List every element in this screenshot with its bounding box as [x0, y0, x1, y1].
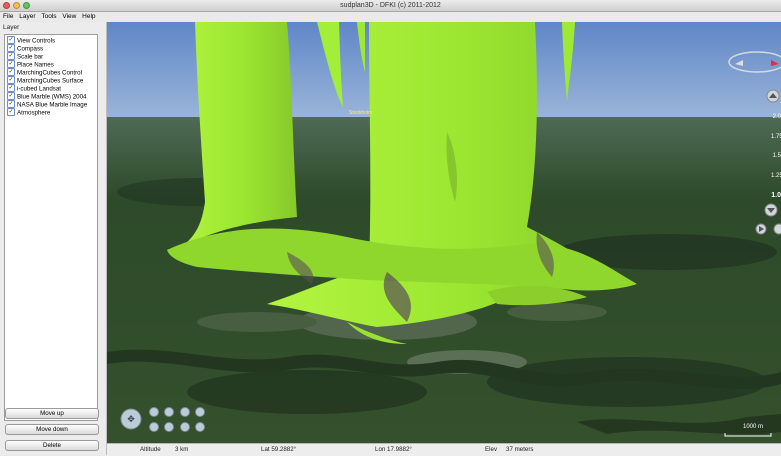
exaggeration-value: 1.25	[771, 172, 781, 179]
exaggerate-icon[interactable]	[195, 407, 205, 417]
checkbox-icon[interactable]: ✓	[7, 100, 15, 108]
layer-label: Atmosphere	[17, 109, 51, 117]
layer-label: Compass	[17, 45, 44, 53]
pitch-up-icon[interactable]	[180, 407, 190, 417]
zoom-window-button[interactable]	[23, 2, 30, 9]
altitude-value: 3 km	[175, 446, 189, 453]
menu-bar: File Layer Tools View Help	[0, 12, 781, 21]
altitude-label: Altitude	[140, 446, 161, 453]
layer-item-marchingcubes-surface[interactable]: ✓ MarchingCubes Surface	[5, 76, 97, 85]
checkbox-icon[interactable]: ✓	[7, 108, 15, 116]
checkbox-icon[interactable]: ✓	[7, 60, 15, 68]
minimize-window-button[interactable]	[13, 2, 20, 9]
layer-item-view-controls[interactable]: ✓ View Controls	[5, 36, 97, 45]
exaggeration-value: 2.0	[772, 114, 781, 120]
delete-button[interactable]: Delete	[5, 440, 99, 451]
exaggeration-value: 1.5	[772, 153, 781, 159]
svg-text:✥: ✥	[127, 415, 135, 425]
place-name-label: Stockholm	[349, 110, 373, 116]
status-bar: Altitude 3 km Lat 59.2882° Lon 17.9882° …	[107, 443, 781, 456]
checkbox-icon[interactable]: ✓	[7, 44, 15, 52]
title-bar: sudplan3D - DFKI (c) 2011-2012	[0, 0, 781, 12]
menu-help[interactable]: Help	[82, 13, 95, 20]
layer-item-landsat[interactable]: ✓ i-cubed Landsat	[5, 84, 97, 93]
layer-label: Place Names	[17, 61, 54, 69]
checkbox-icon[interactable]: ✓	[7, 36, 15, 44]
layer-label: MarchingCubes Control	[17, 69, 82, 77]
layer-item-marchingcubes-control[interactable]: ✓ MarchingCubes Control	[5, 68, 97, 77]
menu-file[interactable]: File	[3, 13, 13, 20]
move-up-button[interactable]: Move up	[5, 408, 99, 419]
elevation-label: Elev	[485, 446, 498, 453]
layer-item-nasa-blue-marble[interactable]: ✓ NASA Blue Marble Image	[5, 100, 97, 109]
scale-bar-label: 1000 m	[743, 424, 764, 430]
elevation-value: 37 meters	[506, 446, 534, 453]
layer-panel-title: Layer	[3, 24, 20, 31]
exaggeration-value-current: 1.0	[771, 192, 781, 199]
layer-item-blue-marble-wms[interactable]: ✓ Blue Marble (WMS) 2004	[5, 92, 97, 101]
layer-item-atmosphere[interactable]: ✓ Atmosphere	[5, 108, 97, 117]
menu-tools[interactable]: Tools	[41, 13, 56, 20]
checkbox-icon[interactable]: ✓	[7, 92, 15, 100]
checkbox-icon[interactable]: ✓	[7, 76, 15, 84]
layer-label: Scale bar	[17, 53, 44, 61]
checkbox-icon[interactable]: ✓	[7, 52, 15, 60]
layer-label: i-cubed Landsat	[17, 85, 62, 93]
zoom-in-icon[interactable]	[149, 407, 159, 417]
heading-left-icon[interactable]	[164, 407, 174, 417]
layer-item-scale-bar[interactable]: ✓ Scale bar	[5, 52, 97, 61]
checkbox-icon[interactable]: ✓	[7, 84, 15, 92]
globe-view[interactable]: ✥ Stockholm 2.0 1.75 1.5 1.25 1.0 1000 m	[107, 22, 781, 443]
pause-icon[interactable]	[773, 223, 781, 235]
layer-panel: Layer ✓ View Controls ✓ Compass ✓ Scale bar…	[0, 22, 107, 455]
layer-label: NASA Blue Marble Image	[17, 101, 88, 109]
reset-view-icon[interactable]	[195, 422, 205, 432]
globe-scene: ✥	[107, 22, 781, 443]
layer-item-compass[interactable]: ✓ Compass	[5, 44, 97, 53]
exaggeration-value: 1.75	[771, 133, 781, 140]
layer-item-place-names[interactable]: ✓ Place Names	[5, 60, 97, 69]
move-down-button[interactable]: Move down	[5, 424, 99, 435]
heading-right-icon[interactable]	[164, 422, 174, 432]
longitude-value: Lon 17.9882°	[375, 446, 412, 453]
close-window-button[interactable]	[3, 2, 10, 9]
layer-label: View Controls	[17, 37, 56, 45]
window-title: sudplan3D - DFKI (c) 2011-2012	[340, 2, 441, 9]
zoom-out-icon[interactable]	[149, 422, 159, 432]
layer-label: MarchingCubes Surface	[17, 77, 84, 85]
pitch-down-icon[interactable]	[180, 422, 190, 432]
menu-view[interactable]: View	[62, 13, 76, 20]
layer-list[interactable]: ✓ View Controls ✓ Compass ✓ Scale bar ✓ Plac…	[4, 34, 98, 421]
exaggeration-scale: 2.0 1.75 1.5 1.25 1.0	[771, 108, 781, 206]
layer-label: Blue Marble (WMS) 2004	[17, 93, 87, 101]
menu-layer[interactable]: Layer	[19, 13, 35, 20]
latitude-value: Lat 59.2882°	[261, 446, 297, 453]
checkbox-icon[interactable]: ✓	[7, 68, 15, 76]
